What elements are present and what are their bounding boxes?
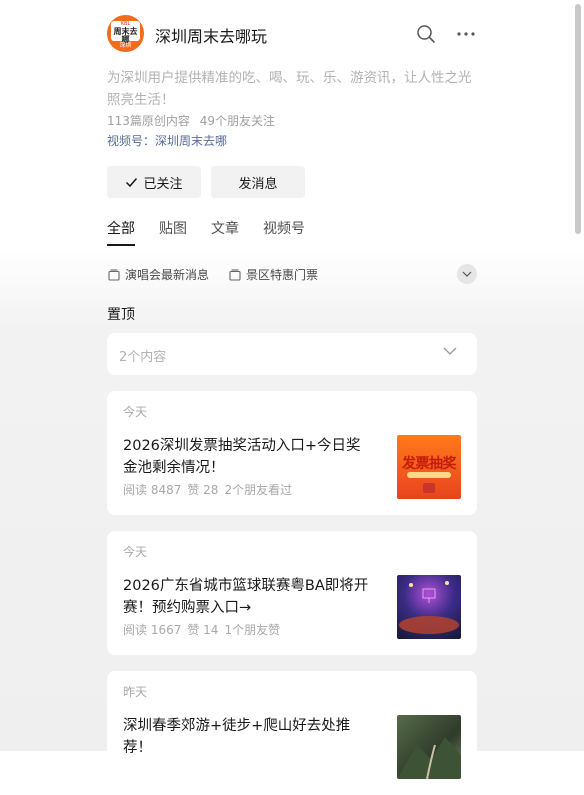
expand-topics-button[interactable]: [457, 264, 477, 284]
topic-label: 演唱会最新消息: [125, 268, 210, 282]
account-meta: 113篇原创内容 49个朋友关注: [107, 112, 275, 129]
like-count: 赞 14: [187, 623, 219, 637]
article-date: 昨天: [123, 685, 148, 699]
article-title[interactable]: 2026深圳发票抽奖活动入口+今日奖金池剩余情况！: [123, 435, 373, 479]
topic-row: 演唱会最新消息 景区特惠门票: [107, 264, 477, 284]
article-card[interactable]: 今天 2026深圳发票抽奖活动入口+今日奖金池剩余情况！ 阅读 8487 赞 28…: [107, 391, 477, 515]
friends-follow[interactable]: 49个朋友关注: [200, 114, 275, 128]
tab-image-posts[interactable]: 贴图: [159, 218, 187, 244]
article-thumbnail[interactable]: [397, 715, 461, 779]
chevron-down-icon: [462, 271, 472, 277]
pinned-summary: 2个内容: [119, 350, 167, 365]
basketball-court-image: [399, 581, 459, 634]
article-thumbnail[interactable]: [397, 575, 461, 639]
friend-activity: 2个朋友看过: [224, 483, 293, 497]
check-icon: [126, 177, 138, 187]
channel-link[interactable]: 视频号：深圳周末去哪: [107, 132, 227, 149]
article-stats: 阅读 8487 赞 28 2个朋友看过: [123, 481, 292, 498]
account-header: KBL 周末去哪 深圳 深圳周末去哪玩: [107, 15, 477, 55]
account-description: 为深圳用户提供精准的吃、喝、玩、乐、游资讯，让人性之光照亮生活！: [107, 70, 472, 108]
followed-label: 已关注: [143, 176, 183, 192]
article-title[interactable]: 深圳春季郊游+徒步+爬山好去处推荐！: [123, 715, 373, 759]
like-count: 赞 28: [187, 483, 219, 497]
article-thumbnail[interactable]: 发票抽奖: [397, 435, 461, 499]
friend-activity: 1个朋友赞: [224, 623, 281, 637]
account-avatar[interactable]: KBL 周末去哪 深圳: [107, 15, 144, 52]
scrollbar[interactable]: [575, 4, 581, 234]
thumbnail-text: 发票抽奖: [402, 456, 457, 472]
tab-articles[interactable]: 文章: [211, 218, 239, 244]
tab-channels[interactable]: 视频号: [263, 218, 305, 244]
article-stats: 阅读 1667 赞 14 1个朋友赞: [123, 621, 280, 638]
tab-all[interactable]: 全部: [107, 218, 135, 246]
topic-tickets[interactable]: 景区特惠门票: [229, 266, 318, 283]
article-date: 今天: [123, 405, 148, 419]
collection-icon: [229, 268, 241, 281]
mountain-trail-image: [397, 737, 461, 779]
article-card[interactable]: 今天 2026广东省城市篮球联赛粤BA即将开赛！预约购票入口→ 阅读 1667 赞…: [107, 531, 477, 655]
article-card[interactable]: 昨天 深圳春季郊游+徒步+爬山好去处推荐！: [107, 671, 477, 795]
logo-text-bottom: 深圳: [119, 42, 132, 49]
read-count: 阅读 1667: [123, 623, 182, 637]
topic-label: 景区特惠门票: [246, 268, 319, 282]
collection-icon: [108, 268, 120, 281]
account-name: 深圳周末去哪玩: [155, 27, 268, 46]
article-date: 今天: [123, 545, 148, 559]
search-icon[interactable]: [415, 23, 437, 45]
pinned-title: 置顶: [107, 307, 135, 323]
read-count: 阅读 8487: [123, 483, 182, 497]
original-count: 113篇原创内容: [107, 114, 190, 128]
followed-button[interactable]: 已关注: [107, 166, 201, 198]
message-button[interactable]: 发消息: [211, 166, 305, 198]
pinned-box[interactable]: 2个内容: [107, 333, 477, 375]
message-label: 发消息: [238, 176, 278, 192]
article-title[interactable]: 2026广东省城市篮球联赛粤BA即将开赛！预约购票入口→: [123, 575, 373, 619]
topic-concert[interactable]: 演唱会最新消息: [108, 266, 209, 283]
chevron-down-icon: [443, 347, 457, 355]
more-icon[interactable]: [455, 23, 477, 45]
content-tabs: 全部 贴图 文章 视频号: [107, 218, 329, 246]
